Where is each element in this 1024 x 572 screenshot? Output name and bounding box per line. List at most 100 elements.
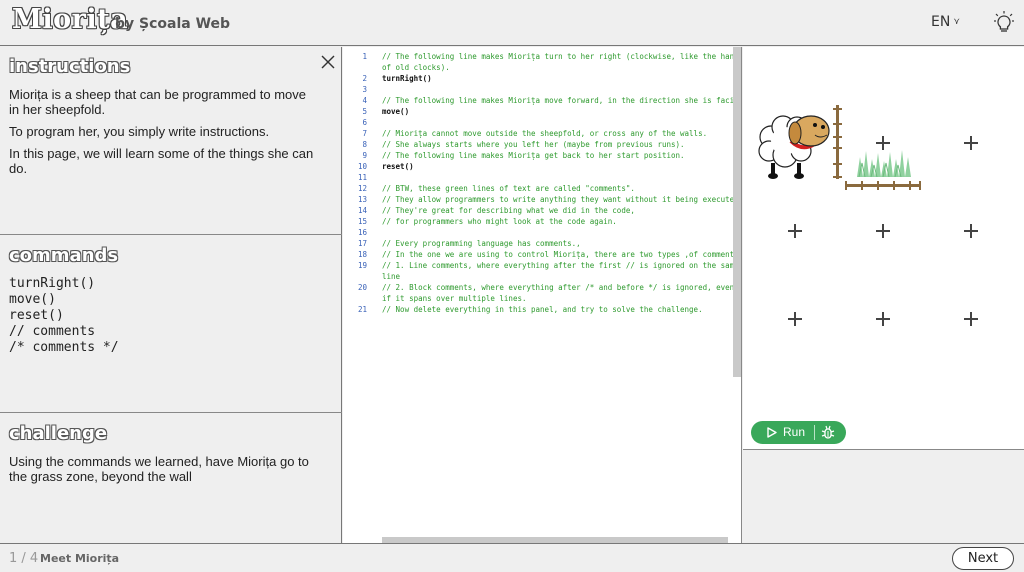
grid-marker	[964, 136, 978, 150]
line-number: 14	[357, 206, 367, 215]
code-editor[interactable]: 1 // The following line makes Miorița tur…	[343, 47, 742, 543]
code-text: // Now delete everything in this panel, …	[382, 305, 703, 314]
app-header: Miorița by Școala Web EN ⋎	[0, 0, 1024, 46]
line-number: 12	[357, 184, 367, 193]
code-line[interactable]: 13 // They allow programmers to write any…	[343, 194, 742, 205]
line-number: 13	[357, 195, 367, 204]
code-line[interactable]: 6	[343, 117, 741, 128]
code-line[interactable]: 5 move()	[343, 106, 741, 117]
code-text: move()	[382, 107, 410, 116]
grid-marker	[964, 312, 978, 326]
instructions-paragraph: Miorița is a sheep that can be programme…	[9, 87, 306, 117]
bug-icon[interactable]	[821, 425, 835, 440]
code-line[interactable]: 17 // Every programming language has comm…	[343, 238, 741, 249]
output-panel	[743, 451, 1024, 543]
code-line[interactable]: 4 // The following line makes Miorița mov…	[343, 95, 741, 106]
instructions-title: instructions	[9, 56, 131, 77]
line-number: 4	[362, 96, 367, 105]
challenge-title: challenge	[9, 423, 108, 444]
grid-marker	[788, 224, 802, 238]
command-item: move()	[9, 292, 56, 307]
instructions-section: instructions Miorița is a sheep that can…	[0, 47, 342, 235]
code-text: // She always starts where you left her …	[382, 140, 685, 149]
close-icon[interactable]	[321, 55, 335, 69]
code-text: if it spans over multiple lines.	[382, 294, 527, 303]
grass-icon	[857, 150, 911, 177]
code-text: // 2. Block comments, where everything a…	[382, 283, 735, 292]
sheep-icon	[758, 115, 830, 179]
play-icon	[767, 427, 777, 438]
code-text: // Miorița cannot move outside the sheep…	[382, 129, 708, 138]
code-line[interactable]: 8 // She always starts where you left her…	[343, 139, 741, 150]
code-line[interactable]: 12 // BTW, these green lines of text are …	[343, 183, 741, 194]
step-title: Meet Miorița	[40, 552, 120, 565]
code-line[interactable]: if it spans over multiple lines.	[343, 293, 741, 304]
code-line[interactable]: 3	[343, 84, 741, 95]
commands-list: turnRight() move() reset() // comments /…	[9, 276, 333, 356]
code-text: of old clocks).	[382, 63, 450, 72]
line-number: 20	[357, 283, 367, 292]
code-line[interactable]: 15 // for programmers who might look at t…	[343, 216, 741, 227]
line-number: 9	[362, 151, 367, 160]
code-line[interactable]: of old clocks).	[343, 62, 741, 73]
code-text: reset()	[382, 162, 414, 171]
command-item: // comments	[9, 324, 96, 339]
instructions-paragraph: To program her, you simply write instruc…	[9, 124, 270, 139]
line-number: 21	[357, 305, 367, 314]
code-line[interactable]: 2 turnRight()	[343, 73, 741, 84]
code-line[interactable]: 14 // They're great for describing what w…	[343, 205, 741, 216]
line-number: 6	[362, 118, 367, 127]
instructions-paragraph: In this page, we will learn some of the …	[9, 146, 314, 176]
code-line[interactable]: 9 // The following line makes Miorița get…	[343, 150, 741, 161]
lightbulb-icon[interactable]	[993, 10, 1015, 34]
code-line[interactable]: 21 // Now delete everything in this panel…	[343, 304, 741, 315]
code-text: turnRight()	[382, 74, 432, 83]
line-number: 5	[362, 107, 367, 116]
code-line[interactable]: 10 reset()	[343, 161, 741, 172]
grid-marker	[876, 312, 890, 326]
code-line[interactable]: 18 // In the one we are using to control …	[343, 249, 741, 260]
code-line[interactable]: 16	[343, 227, 741, 238]
editor-vertical-scrollbar[interactable]	[733, 47, 741, 377]
code-text: // 1. Line comments, where everything af…	[382, 261, 739, 270]
commands-section: commands turnRight() move() reset() // c…	[0, 236, 342, 413]
code-line[interactable]: 19 // 1. Line comments, where everything …	[343, 260, 741, 271]
code-text: // They allow programmers to write anyth…	[382, 195, 742, 204]
line-number: 10	[357, 162, 367, 171]
grid-marker	[788, 312, 802, 326]
code-text: // The following line makes Miorița get …	[382, 151, 685, 160]
line-number: 15	[357, 217, 367, 226]
run-label: Run	[783, 425, 806, 439]
challenge-text: Using the commands we learned, have Mior…	[9, 454, 309, 484]
line-number: 7	[362, 129, 367, 138]
line-number: 3	[362, 85, 367, 94]
command-item: reset()	[9, 308, 64, 323]
next-button[interactable]: Next	[952, 547, 1014, 570]
step-counter: 1 / 4	[9, 551, 39, 566]
code-line[interactable]: 1 // The following line makes Miorița tur…	[343, 51, 741, 62]
chevron-down-icon: ⋎	[953, 17, 960, 27]
code-line[interactable]: 11	[343, 172, 741, 183]
command-item: /* comments */	[9, 340, 119, 355]
command-item: turnRight()	[9, 276, 96, 291]
code-line[interactable]: 7 // Miorița cannot move outside the shee…	[343, 128, 741, 139]
grid-marker	[964, 224, 978, 238]
code-line[interactable]: line	[343, 271, 741, 282]
commands-title: commands	[9, 245, 119, 266]
run-button-divider	[814, 425, 815, 440]
code-text: // for programmers who might look at the…	[382, 217, 617, 226]
app-logo: Miorița	[12, 4, 129, 35]
run-button[interactable]: Run	[751, 421, 846, 444]
code-text: line	[382, 272, 401, 281]
language-label: EN	[931, 14, 951, 30]
app-byline: by Școala Web	[115, 16, 231, 32]
code-text: // They're great for describing what we …	[382, 206, 635, 215]
line-number: 16	[357, 228, 367, 237]
line-number: 8	[362, 140, 367, 149]
code-text: // BTW, these green lines of text are ca…	[382, 184, 635, 193]
code-line[interactable]: 20 // 2. Block comments, where everything…	[343, 282, 741, 293]
grid-marker	[876, 224, 890, 238]
sheepfold-stage	[743, 47, 1024, 450]
line-number: 2	[362, 74, 367, 83]
language-selector[interactable]: EN ⋎	[931, 14, 960, 30]
